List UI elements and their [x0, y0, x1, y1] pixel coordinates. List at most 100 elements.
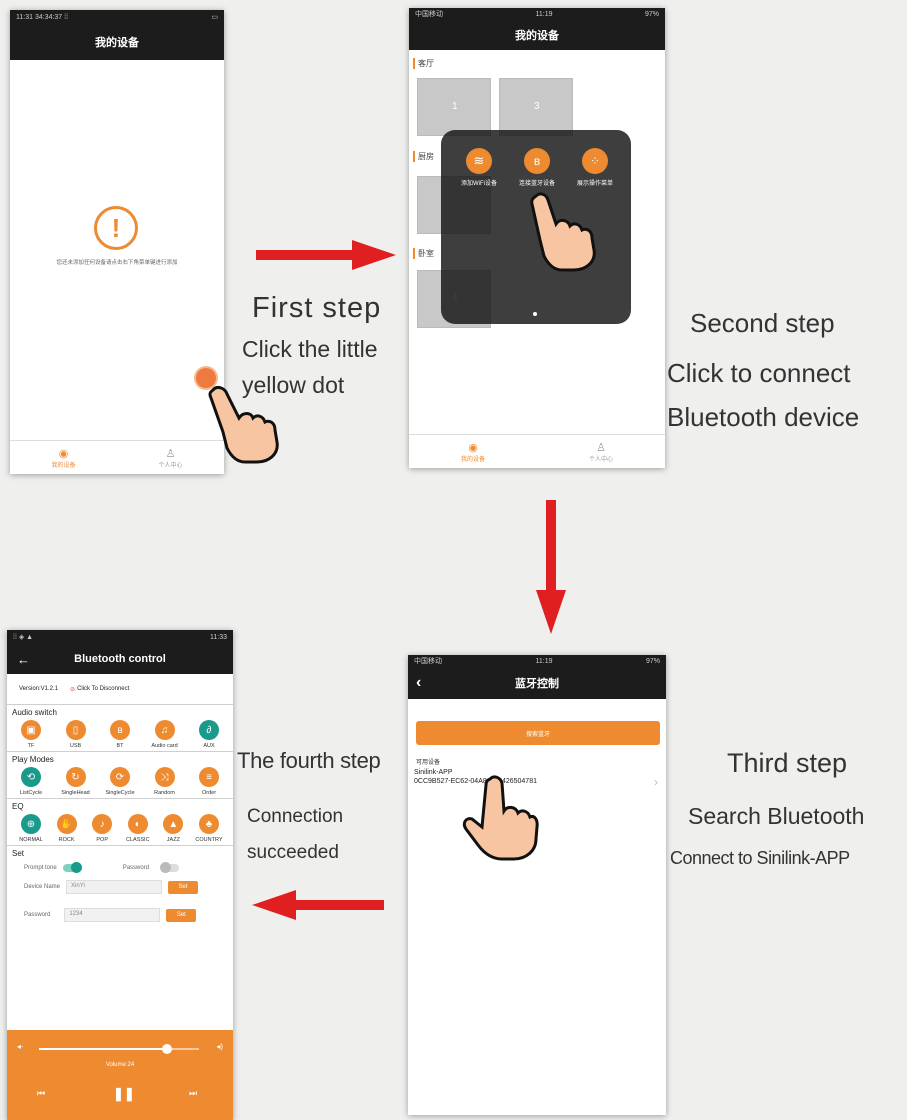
empty-state-text: 您还未添加任何设备请点击右下角菜单键进行添加 [56, 260, 178, 266]
carrier-text: 中国移动 [414, 658, 442, 665]
arrow-right-icon [256, 240, 396, 270]
set-password-button[interactable]: Set [166, 908, 197, 922]
device-tile[interactable]: 3 [499, 78, 573, 136]
volume-slider[interactable] [39, 1044, 199, 1054]
play-mode-icon: ⟳ [110, 767, 130, 787]
eq-preset-icon: ⊕ [21, 814, 41, 834]
tab-personal[interactable]: ♙ 个人中心 [537, 435, 665, 468]
pause-icon[interactable]: ❚❚ [113, 1086, 135, 1102]
phone-screen-4: ⁞⁞ ◈ ▲ 11:33 ← Bluetooth control Version… [7, 630, 233, 1120]
pointing-hand-icon [462, 775, 539, 861]
prompt-tone-label: Prompt tone [24, 865, 57, 871]
tab-label: 个人中心 [588, 456, 613, 463]
settings-section: Set Prompt tone Password Device Name Xin… [7, 845, 233, 965]
play-mode-button[interactable]: ↻ SingleHead [59, 767, 93, 796]
audio-switch-section: Audio switch ▣ TF ▯ USB ʙ BT ♫ Audio card ∂ AUX [7, 704, 233, 751]
previous-track-icon[interactable]: ⏮ [37, 1088, 45, 1099]
step3-line1: Search Bluetooth [688, 803, 865, 829]
bluetooth-icon: ʙ [524, 148, 550, 174]
volume-down-icon[interactable]: ◂· [17, 1042, 24, 1051]
room-label-bedroom: 卧室 [413, 248, 434, 259]
audio-source-button[interactable]: ʙ BT [103, 720, 137, 749]
audio-source-label: Audio card [151, 743, 178, 749]
add-wifi-button[interactable]: ≋ 添加WiFi设备 [451, 148, 507, 187]
battery-text: 97% [644, 10, 659, 18]
play-mode-label: Order [201, 790, 217, 796]
password-row: Password 1234 Set [24, 908, 228, 922]
disconnect-link[interactable]: ⊘ Click To Disconnect [70, 686, 129, 693]
show-menu-button[interactable]: ⁘ 展示操作菜单 [567, 148, 623, 187]
page-title: 我的设备 [95, 37, 139, 49]
play-mode-button[interactable]: ⟲ ListCycle [14, 767, 48, 796]
audio-source-icon: ʙ [110, 720, 130, 740]
eq-preset-button[interactable]: ✋ ROCK [50, 814, 84, 843]
eq-preset-button[interactable]: ◐ CLASSIC [121, 814, 155, 843]
menu-label: 连接蓝牙设备 [518, 181, 555, 187]
audio-source-button[interactable]: ♫ Audio card [148, 720, 182, 749]
app-title-bar: ← Bluetooth control [7, 644, 233, 674]
eq-preset-button[interactable]: ♣ COUNTRY [192, 814, 226, 843]
password-input[interactable]: 1234 [64, 908, 161, 922]
play-mode-label: ListCycle [19, 790, 43, 796]
play-mode-icon: ⤨ [154, 767, 175, 787]
step2-line1: Click to connect [667, 358, 851, 388]
volume-label: Volume:24 [105, 1062, 135, 1068]
tab-my-devices[interactable]: ◉ 我的设备 [10, 441, 117, 474]
volume-knob[interactable] [162, 1044, 172, 1054]
section-heading: Audio switch [12, 708, 57, 717]
battery-icon: ▭ [211, 14, 218, 21]
step4-line2: succeeded [247, 842, 339, 863]
play-mode-button[interactable]: ⤨ Random [148, 767, 182, 796]
play-mode-button[interactable]: ⟳ SingleCycle [103, 767, 137, 796]
audio-source-row: ▣ TF ▯ USB ʙ BT ♫ Audio card ∂ AUX [12, 720, 228, 749]
connect-bluetooth-button[interactable]: ʙ 连接蓝牙设备 [509, 148, 565, 187]
search-bluetooth-button[interactable]: 搜索蓝牙 [416, 721, 660, 745]
play-mode-icon: ≡ [199, 767, 219, 787]
toggle-row: Prompt tone Password [24, 862, 228, 873]
eq-preset-label: ROCK [58, 837, 75, 843]
step2-title: Second step [690, 308, 835, 338]
carrier-text: 中国移动 [415, 11, 443, 18]
chevron-right-icon: › [654, 775, 658, 789]
next-track-icon[interactable]: ⏭ [189, 1088, 197, 1099]
play-mode-row: ⟲ ListCycle ↻ SingleHead ⟳ SingleCycle ⤨ Random… [12, 767, 228, 796]
set-name-button[interactable]: Set [168, 880, 199, 894]
audio-source-button[interactable]: ∂ AUX [192, 720, 226, 749]
page-indicator-dot [533, 312, 537, 316]
play-mode-button[interactable]: ≡ Order [192, 767, 226, 796]
audio-source-button[interactable]: ▣ TF [14, 720, 48, 749]
eq-preset-button[interactable]: ⊕ NORMAL [14, 814, 48, 843]
device-name-input[interactable]: XinYi [66, 880, 163, 894]
device-tile[interactable]: 1 [417, 78, 491, 136]
page-title: 我的设备 [515, 30, 559, 42]
step4-title: The fourth step [237, 748, 381, 773]
audio-source-label: BT [116, 743, 124, 749]
back-arrow-icon[interactable]: ‹ [416, 674, 421, 692]
back-arrow-icon[interactable]: ← [17, 652, 30, 667]
available-devices-label: 可用设备 [416, 760, 441, 766]
password-label: Password [24, 912, 51, 918]
tab-bar: ◉ 我的设备 ♙ 个人中心 [409, 434, 665, 468]
prompt-tone-toggle[interactable] [62, 862, 82, 873]
eq-preset-button[interactable]: ▲ JAZZ [156, 814, 190, 843]
eq-preset-icon: ◐ [127, 814, 148, 834]
eq-preset-button[interactable]: ♪ POP [85, 814, 119, 843]
password-toggle[interactable] [160, 862, 180, 873]
audio-source-label: USB [69, 743, 82, 749]
notification-icons: ⁞⁞ ◈ ▲ [13, 634, 34, 641]
tab-bar: ◉ 我的设备 ♙ 个人中心 [10, 440, 224, 474]
page-title: 蓝牙控制 [515, 678, 559, 690]
eq-preset-icon: ♣ [198, 814, 219, 834]
volume-up-icon[interactable]: ◂) [216, 1042, 223, 1051]
tile-number: 3 [534, 101, 540, 112]
warning-icon: ! [94, 206, 138, 250]
audio-source-button[interactable]: ▯ USB [59, 720, 93, 749]
step4-line1: Connection [247, 806, 344, 827]
wifi-icon: ≋ [466, 148, 492, 174]
play-mode-icon: ↻ [65, 767, 86, 787]
tab-my-devices[interactable]: ◉ 我的设备 [409, 435, 537, 468]
grid-icon: ⁘ [582, 148, 608, 174]
play-mode-label: Random [154, 790, 175, 796]
disconnect-label: Click To Disconnect [77, 686, 130, 692]
device-name-label: Device Name [24, 884, 61, 890]
